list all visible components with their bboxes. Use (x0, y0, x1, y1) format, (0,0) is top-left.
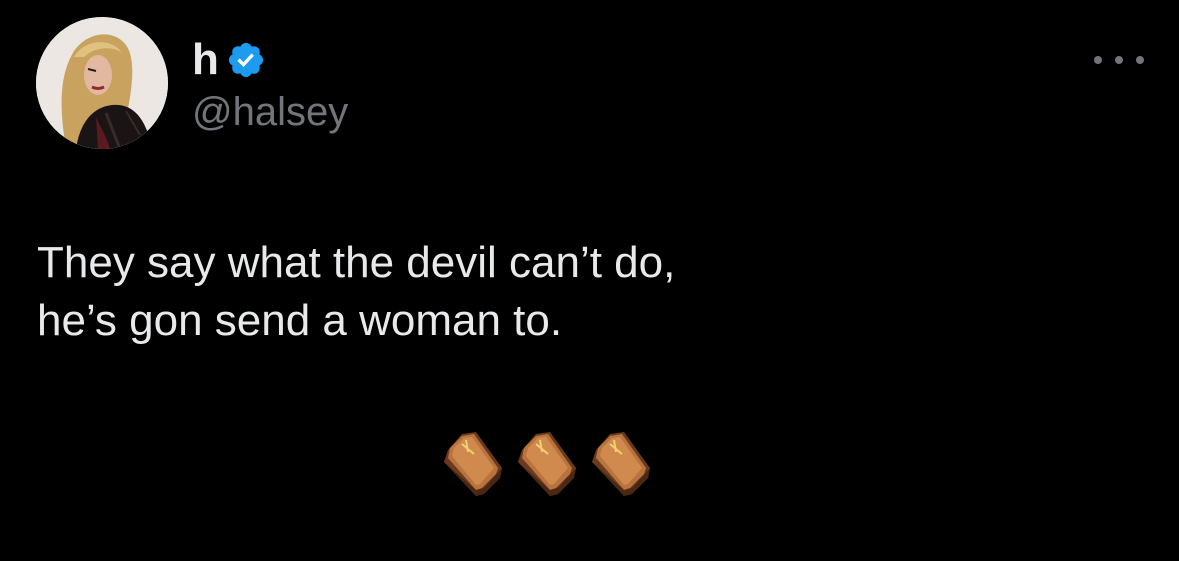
more-horizontal-icon-dot (1115, 56, 1123, 64)
author-name-row[interactable]: h (192, 30, 266, 90)
avatar-image (36, 17, 168, 149)
avatar[interactable] (36, 17, 168, 149)
display-name[interactable]: h (192, 38, 219, 82)
tweet-text: They say what the devil can’t do, he’s g… (37, 234, 1137, 350)
tweet-text-line: he’s gon send a woman to. (37, 296, 563, 345)
emoji-row (440, 428, 654, 498)
user-handle[interactable]: @halsey (192, 90, 348, 134)
more-horizontal-icon-dot (1136, 56, 1144, 64)
tweet-text-line: They say what the devil can’t do, (37, 238, 676, 287)
more-options-button[interactable] (1094, 40, 1144, 80)
coffin-icon (518, 432, 576, 496)
coffin-icon (444, 432, 502, 496)
coffin-icon (592, 432, 650, 496)
more-horizontal-icon-dot (1094, 56, 1102, 64)
verified-badge-icon (229, 42, 264, 78)
